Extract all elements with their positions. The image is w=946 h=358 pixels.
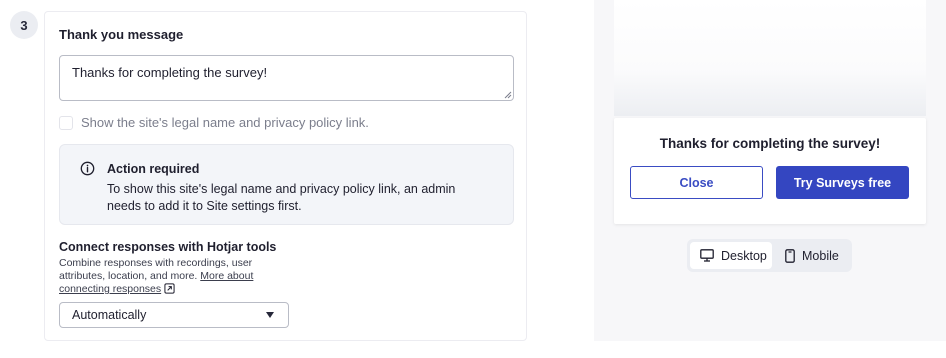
action-required-alert: Action required To show this site's lega… [59, 144, 514, 225]
legal-name-checkbox-label: Show the site's legal name and privacy p… [81, 115, 369, 130]
alert-body: To show this site's legal name and priva… [107, 182, 456, 213]
desktop-label: Desktop [721, 248, 767, 263]
resize-grip-icon[interactable] [504, 91, 512, 99]
step-number-badge: 3 [10, 11, 38, 39]
try-surveys-free-button[interactable]: Try Surveys free [776, 166, 909, 199]
device-toggle-mobile[interactable]: Mobile [779, 242, 847, 269]
info-icon [80, 161, 95, 176]
mobile-icon [785, 248, 795, 263]
device-toggle-desktop[interactable]: Desktop [690, 242, 772, 269]
mobile-label: Mobile [802, 248, 839, 263]
device-toggle: Desktop Mobile [687, 239, 852, 272]
legal-name-checkbox[interactable] [59, 115, 73, 130]
preview-close-button[interactable]: Close [630, 166, 763, 199]
preview-thank-you-card: Thanks for completing the survey! Close … [614, 118, 926, 224]
connect-responses-description: Combine responses with recordings, user … [59, 257, 299, 296]
legal-name-checkbox-row[interactable]: Show the site's legal name and privacy p… [59, 115, 369, 130]
connect-responses-select[interactable]: Automatically [59, 302, 289, 328]
select-value: Automatically [72, 308, 147, 322]
desktop-icon [700, 249, 714, 262]
preview-thank-you-message: Thanks for completing the survey! [659, 136, 881, 151]
preview-page-background [614, 0, 926, 116]
connect-responses-title: Connect responses with Hotjar tools [59, 240, 277, 254]
caret-down-icon [266, 312, 274, 318]
thank-you-message-input[interactable]: Thanks for completing the survey! [59, 55, 514, 101]
thank-you-title: Thank you message [59, 27, 184, 42]
thank-you-settings-card: Thank you message Thanks for completing … [44, 11, 527, 341]
alert-title: Action required [107, 162, 200, 176]
external-link-icon[interactable] [164, 283, 175, 294]
survey-preview-panel: Thanks for completing the survey! Close … [594, 0, 946, 341]
